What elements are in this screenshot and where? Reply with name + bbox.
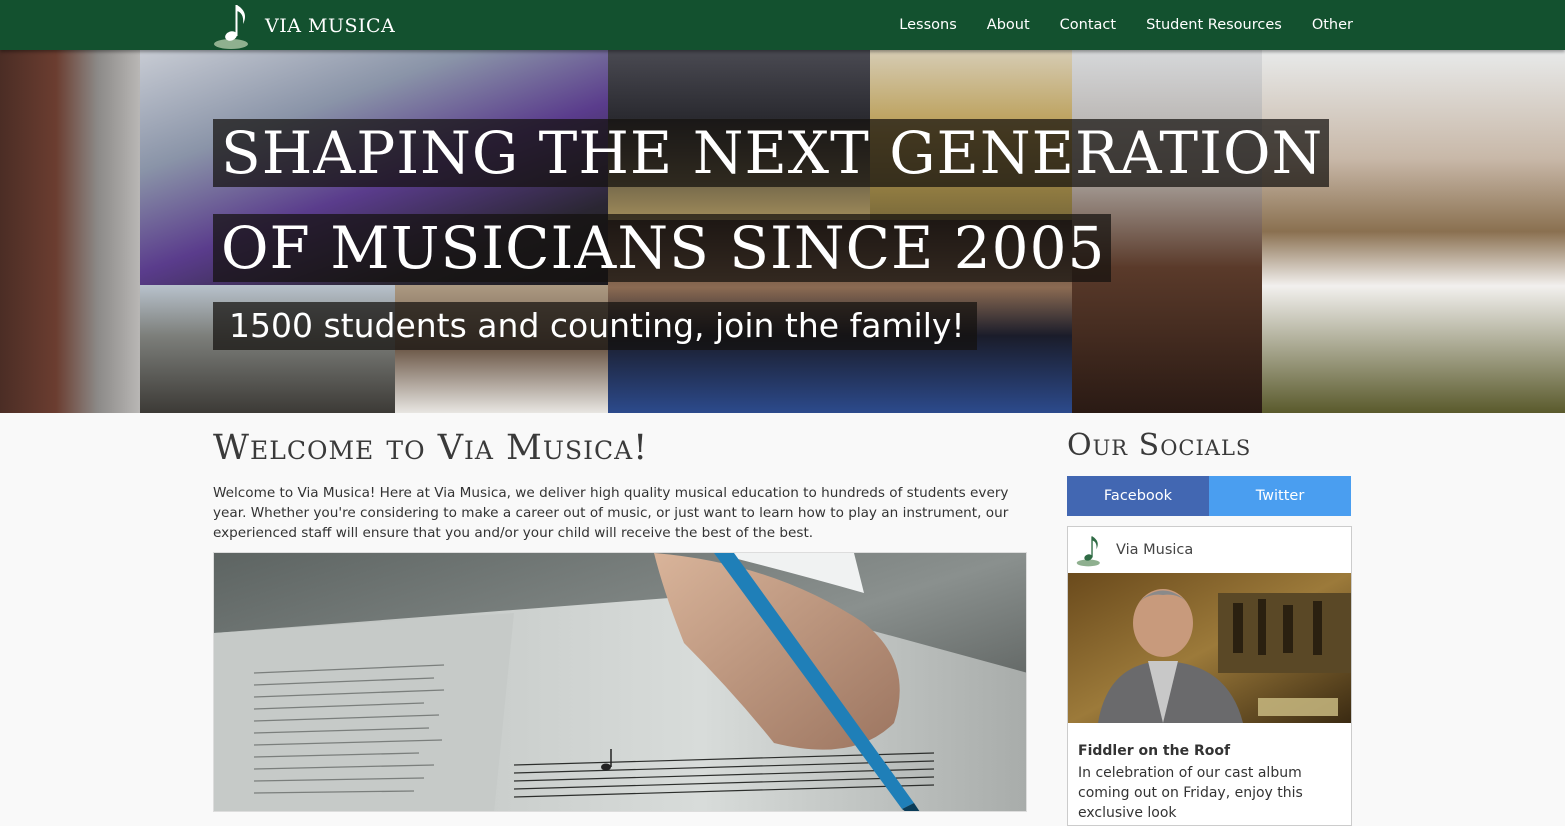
hero-photo-left-performer (0, 50, 140, 413)
brand-name: VIA MUSICA (265, 15, 396, 37)
music-note-logo-icon (214, 5, 248, 49)
main-nav: Lessons About Contact Student Resources … (869, 0, 1353, 50)
hero-subheadline: 1500 students and counting, join the fam… (213, 302, 977, 350)
feed-post-text: In celebration of our cast album coming … (1078, 765, 1303, 821)
hero-banner: SHAPING THE NEXT GENERATION OF MUSICIANS… (0, 50, 1565, 413)
feed-header[interactable]: Via Musica (1068, 527, 1351, 573)
nav-student-resources[interactable]: Student Resources (1146, 17, 1282, 33)
nav-lessons[interactable]: Lessons (899, 17, 956, 33)
music-note-avatar-icon (1076, 536, 1100, 567)
hero-photo-father-son (1262, 50, 1565, 413)
sheet-music-photo (214, 553, 1026, 811)
nav-contact[interactable]: Contact (1060, 17, 1116, 33)
hero-headline-line-1: SHAPING THE NEXT GENERATION (213, 119, 1330, 187)
feed-post-title: Fiddler on the Roof (1078, 743, 1231, 759)
feed-post-image[interactable] (1068, 573, 1351, 723)
nav-other[interactable]: Other (1312, 17, 1353, 33)
social-tabs: Facebook Twitter (1067, 476, 1351, 516)
brand-link[interactable]: VIA MUSICA (213, 0, 395, 50)
welcome-text: Welcome to Via Musica! Here at Via Music… (213, 485, 1009, 541)
fiddler-photo (1068, 573, 1351, 723)
navbar: VIA MUSICA Lessons About Contact Student… (0, 0, 1565, 50)
tab-facebook[interactable]: Facebook (1067, 476, 1209, 516)
tab-twitter[interactable]: Twitter (1209, 476, 1351, 516)
nav-about[interactable]: About (987, 17, 1030, 33)
socials-title: Our Socials (1067, 428, 1252, 463)
feature-image-sheet-music (213, 552, 1027, 812)
facebook-feed-card: Via Musica Fiddler on the Roof In celebr… (1067, 526, 1352, 826)
hero-headline-line-2: OF MUSICIANS SINCE 2005 (213, 214, 1112, 282)
feed-page-name[interactable]: Via Musica (1116, 542, 1193, 558)
welcome-title: Welcome to Via Musica! (213, 428, 649, 468)
